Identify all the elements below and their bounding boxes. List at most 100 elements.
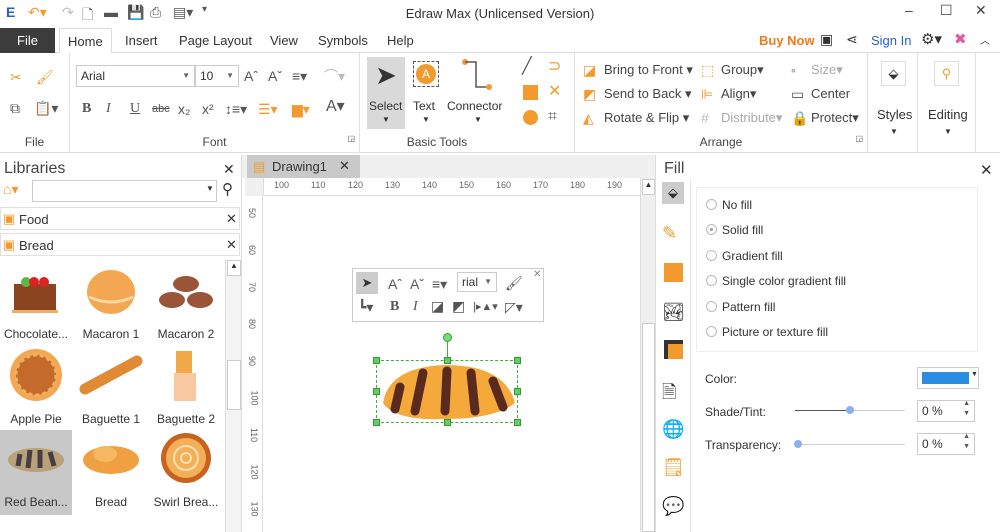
globe-tab-icon[interactable]: 🌐	[662, 419, 684, 441]
tab-symbols[interactable]: Symbols	[310, 28, 376, 53]
rotate-flip-button[interactable]: Rotate & Flip ▾	[604, 110, 689, 126]
library-category-food[interactable]: ▣ Food ✕	[0, 207, 240, 230]
shadow-tab-icon[interactable]	[664, 263, 683, 282]
library-item-bread[interactable]: Bread	[75, 430, 147, 515]
minimize-button[interactable]: –	[905, 2, 913, 18]
note-tab-icon[interactable]: 🗒	[662, 457, 685, 479]
select-tool-button[interactable]: ➤ Select ▼	[367, 57, 405, 129]
send-to-back-icon[interactable]: ◩	[452, 298, 465, 314]
styles-button[interactable]: ⬙ Styles ▼	[868, 53, 918, 153]
subscript-icon[interactable]: x₂	[178, 101, 190, 117]
text-highlight-icon[interactable]: ▆▾	[292, 101, 310, 117]
resize-handle[interactable]	[514, 419, 521, 426]
radio-solid-fill[interactable]: Solid fill	[706, 223, 763, 237]
format-painter-icon[interactable]: 🖌	[505, 275, 523, 291]
image-tab-icon[interactable]: 🏞	[662, 302, 685, 324]
decrease-font-icon[interactable]: Aˇ	[268, 68, 282, 84]
slider-thumb[interactable]	[846, 406, 854, 414]
library-scrollbar[interactable]: ▲	[225, 260, 241, 532]
canvas-scrollbar[interactable]: ▲	[640, 178, 655, 532]
font-size-select[interactable]: 10 ▼	[195, 65, 239, 87]
resize-handle[interactable]	[373, 419, 380, 426]
font-family-select[interactable]: Arial ▼	[76, 65, 195, 87]
center-button[interactable]: Center	[811, 86, 850, 101]
intersect-icon[interactable]: ✕	[548, 84, 561, 100]
tab-drawing1[interactable]: ▤ Drawing1 ✕	[247, 155, 360, 178]
format-painter-icon[interactable]: 🖌	[36, 69, 54, 85]
decrease-font-icon[interactable]: Aˇ	[410, 276, 424, 292]
close-window-button[interactable]: ✕	[975, 2, 987, 19]
resize-handle[interactable]	[373, 388, 380, 395]
library-search-input[interactable]	[32, 180, 217, 202]
collapse-ribbon-icon[interactable]: ︿	[980, 32, 990, 47]
transparency-input[interactable]: 0 % ▲ ▼	[917, 433, 975, 455]
library-item-baguette-1[interactable]: Baguette 1	[75, 347, 147, 432]
settings-gear-icon[interactable]: ⚙▾	[921, 30, 942, 48]
library-item-chocolate-cake[interactable]: Chocolate...	[0, 262, 72, 347]
shade-tint-slider[interactable]	[795, 406, 905, 414]
editing-button[interactable]: ⚲ Editing ▼	[918, 53, 976, 153]
tab-insert[interactable]: Insert	[117, 28, 166, 53]
tab-view[interactable]: View	[262, 28, 306, 53]
group-button[interactable]: Group▾	[721, 62, 764, 78]
spinner-arrows-icon[interactable]: ▲ ▼	[963, 432, 970, 452]
cut-icon[interactable]: ✂	[10, 69, 22, 85]
radio-pattern-fill[interactable]: Pattern fill	[706, 300, 775, 314]
transparency-slider[interactable]	[794, 440, 905, 448]
close-category-icon[interactable]: ✕	[226, 237, 237, 253]
bring-to-front-button[interactable]: Bring to Front ▾	[604, 62, 693, 78]
document-tab-icon[interactable]: 🗎	[662, 380, 684, 402]
mini-font-select[interactable]: rial ▼	[457, 272, 497, 292]
bullets-icon[interactable]: ☰▾	[258, 101, 278, 117]
slider-thumb[interactable]	[794, 440, 802, 448]
color-picker[interactable]: ▼	[917, 367, 979, 389]
tab-file[interactable]: File	[0, 28, 55, 53]
close-libraries-icon[interactable]: ✕	[223, 161, 235, 178]
resize-handle[interactable]	[444, 419, 451, 426]
resize-handle[interactable]	[514, 388, 521, 395]
align-text-icon[interactable]: ≡▾	[292, 68, 307, 84]
radio-no-fill[interactable]: No fill	[706, 198, 752, 212]
close-fill-panel-icon[interactable]: ✕	[980, 161, 993, 179]
strikethrough-icon[interactable]: abc	[152, 101, 170, 117]
italic-icon[interactable]: I	[106, 101, 111, 117]
copy-icon[interactable]: ⧉	[10, 100, 20, 116]
align-button[interactable]: Align▾	[721, 86, 756, 102]
italic-icon[interactable]: I	[413, 299, 418, 315]
text-tool-button[interactable]: A Text ▼	[410, 57, 444, 129]
layer-tab-icon[interactable]	[664, 340, 683, 359]
fill-tab-icon[interactable]: ⬙	[662, 182, 684, 204]
arc-icon[interactable]: ⊃	[548, 59, 561, 75]
tab-page-layout[interactable]: Page Layout	[171, 28, 260, 53]
line-icon[interactable]: ╱	[522, 59, 532, 75]
text-direction-icon[interactable]: |▸▲▾	[473, 299, 498, 315]
library-item-red-bean[interactable]: Red Bean...	[0, 430, 72, 515]
library-item-apple-pie[interactable]: Apple Pie	[0, 347, 72, 432]
paste-icon[interactable]: 📋▾	[34, 100, 58, 116]
home-icon[interactable]: ⌂▾	[3, 181, 18, 198]
underline-icon[interactable]: U	[130, 101, 140, 117]
tab-home[interactable]: Home	[59, 28, 112, 54]
scroll-thumb[interactable]	[642, 323, 655, 532]
connector-tool-button[interactable]: Connector ▼	[446, 57, 508, 129]
align-text-icon[interactable]: ≡▾	[432, 276, 447, 292]
size-button[interactable]: Size▾	[811, 62, 843, 78]
radio-picture-texture-fill[interactable]: Picture or texture fill	[706, 325, 828, 339]
shade-tint-input[interactable]: 0 % ▲ ▼	[917, 400, 975, 422]
selected-shape[interactable]	[373, 333, 521, 426]
arrange-dialog-launcher-icon[interactable]: ◲	[855, 131, 863, 147]
sign-in-link[interactable]: Sign In	[871, 33, 911, 48]
increase-font-icon[interactable]: Aˆ	[244, 68, 258, 84]
font-dialog-launcher-icon[interactable]: ◲	[347, 131, 355, 147]
library-item-baguette-2[interactable]: Baguette 2	[150, 347, 222, 432]
bold-icon[interactable]: B	[390, 299, 399, 315]
share-icon[interactable]: ⋖	[846, 31, 858, 48]
close-toolbar-icon[interactable]: ✕	[533, 269, 541, 280]
scroll-thumb[interactable]	[227, 360, 241, 410]
chevron-down-icon[interactable]: ▼	[206, 184, 214, 193]
close-category-icon[interactable]: ✕	[226, 211, 237, 227]
library-item-swirl-bread[interactable]: Swirl Brea...	[150, 430, 222, 515]
radio-single-color-gradient-fill[interactable]: Single color gradient fill	[706, 274, 846, 288]
radio-gradient-fill[interactable]: Gradient fill	[706, 249, 783, 263]
crop-icon[interactable]: ⌗	[548, 109, 557, 125]
